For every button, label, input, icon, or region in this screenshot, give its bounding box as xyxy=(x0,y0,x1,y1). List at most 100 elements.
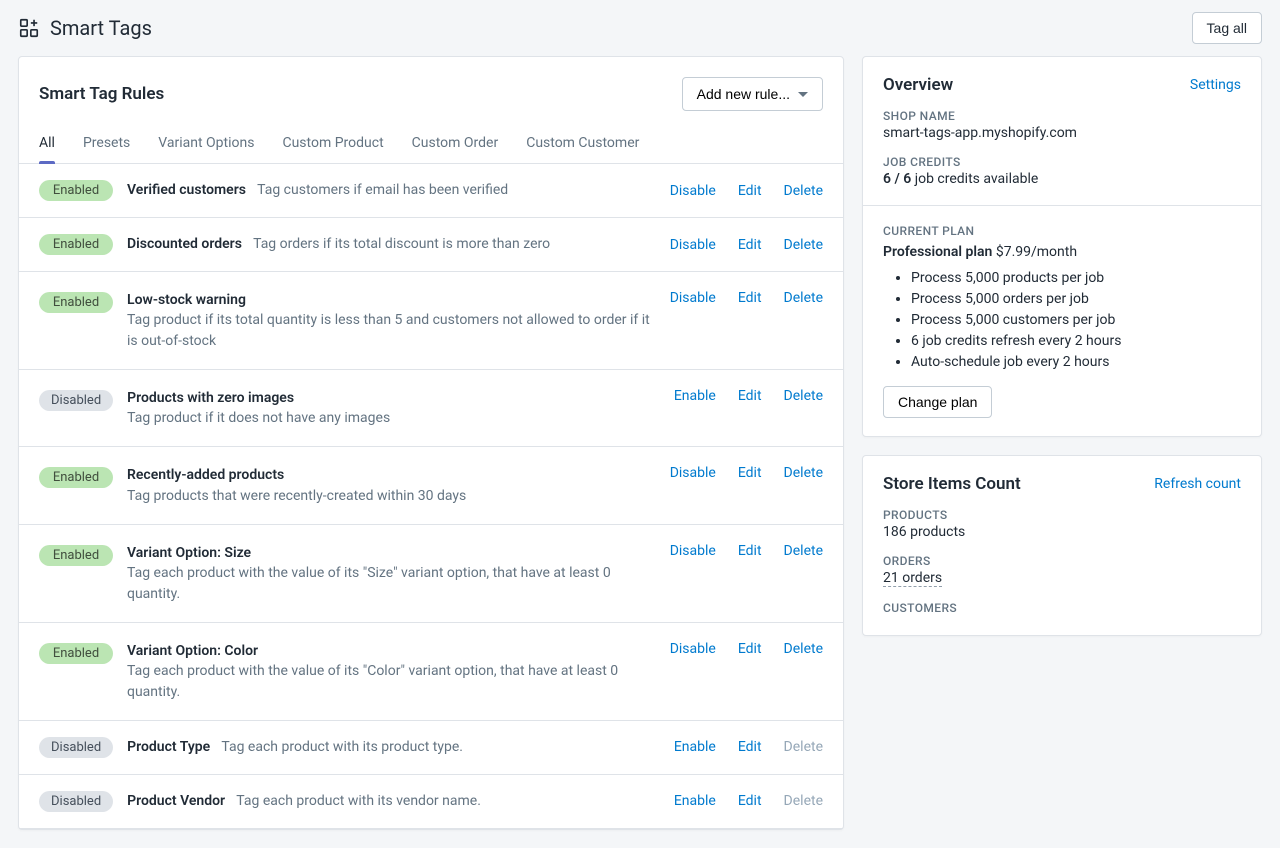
delete-link[interactable]: Delete xyxy=(784,465,823,481)
rule-name: Verified customers xyxy=(127,182,246,198)
rule-actions: Disable Edit Delete xyxy=(670,237,823,253)
rule-desc: Tag product if it does not have any imag… xyxy=(127,408,660,428)
edit-link[interactable]: Edit xyxy=(738,543,762,559)
rule-desc: Tag each product with the value of its "… xyxy=(127,661,656,702)
rule-name: Low-stock warning xyxy=(127,290,648,310)
rule-desc: Tag product if its total quantity is les… xyxy=(127,310,656,351)
current-plan-label: CURRENT PLAN xyxy=(883,224,1241,238)
overview-title: Overview xyxy=(883,75,953,95)
delete-link[interactable]: Delete xyxy=(784,183,823,199)
tab-custom-product[interactable]: Custom Product xyxy=(282,127,383,163)
rule-text: Product Vendor Tag each product with its… xyxy=(127,791,660,811)
refresh-count-link[interactable]: Refresh count xyxy=(1154,476,1241,492)
shop-name-label: SHOP NAME xyxy=(883,109,1241,123)
toggle-link[interactable]: Disable xyxy=(670,290,716,306)
delete-link: Delete xyxy=(784,793,823,809)
rule-row: Enabled Low-stock warningTag product if i… xyxy=(19,272,843,370)
toggle-link[interactable]: Disable xyxy=(670,465,716,481)
plan-feature: Auto-schedule job every 2 hours xyxy=(911,354,1241,370)
status-badge: Enabled xyxy=(39,643,113,664)
rule-text: Product Type Tag each product with its p… xyxy=(127,737,660,757)
rule-text: Variant Option: SizeTag each product wit… xyxy=(127,543,656,604)
orders-label: ORDERS xyxy=(883,554,1241,568)
rule-actions: Enable Edit Delete xyxy=(674,739,823,755)
rule-desc: Tag each product with its vendor name. xyxy=(236,793,481,809)
toggle-link[interactable]: Enable xyxy=(674,793,716,809)
rule-name: Product Type xyxy=(127,739,210,755)
tab-presets[interactable]: Presets xyxy=(83,127,130,163)
chevron-down-icon xyxy=(798,92,808,97)
rules-panel-title: Smart Tag Rules xyxy=(39,84,164,104)
status-badge: Disabled xyxy=(39,737,113,758)
edit-link[interactable]: Edit xyxy=(738,290,762,306)
edit-link[interactable]: Edit xyxy=(738,641,762,657)
status-badge: Enabled xyxy=(39,545,113,566)
rule-text: Verified customers Tag customers if emai… xyxy=(127,180,656,200)
app-icon xyxy=(18,17,40,39)
edit-link[interactable]: Edit xyxy=(738,388,762,404)
edit-link[interactable]: Edit xyxy=(738,793,762,809)
rule-row: Enabled Variant Option: ColorTag each pro… xyxy=(19,623,843,721)
rule-actions: Disable Edit Delete xyxy=(670,543,823,559)
tab-custom-order[interactable]: Custom Order xyxy=(412,127,499,163)
plan-feature: Process 5,000 products per job xyxy=(911,270,1241,286)
products-label: PRODUCTS xyxy=(883,508,1241,522)
rule-row: Enabled Variant Option: SizeTag each prod… xyxy=(19,525,843,623)
add-rule-label: Add new rule... xyxy=(697,86,790,102)
rule-row: Disabled Product Vendor Tag each product … xyxy=(19,775,843,829)
status-badge: Enabled xyxy=(39,180,113,201)
edit-link[interactable]: Edit xyxy=(738,183,762,199)
rule-actions: Disable Edit Delete xyxy=(670,465,823,481)
tab-variant-options[interactable]: Variant Options xyxy=(158,127,254,163)
delete-link[interactable]: Delete xyxy=(784,641,823,657)
settings-link[interactable]: Settings xyxy=(1190,77,1241,93)
orders-value: 21 orders xyxy=(883,570,1241,587)
delete-link[interactable]: Delete xyxy=(784,290,823,306)
rule-name: Recently-added products xyxy=(127,465,648,485)
status-badge: Enabled xyxy=(39,234,113,255)
rule-text: Discounted orders Tag orders if its tota… xyxy=(127,234,656,254)
toggle-link[interactable]: Enable xyxy=(674,739,716,755)
add-rule-button[interactable]: Add new rule... xyxy=(682,77,823,111)
toggle-link[interactable]: Disable xyxy=(670,641,716,657)
products-value: 186 products xyxy=(883,524,1241,540)
edit-link[interactable]: Edit xyxy=(738,739,762,755)
plan-feature: 6 job credits refresh every 2 hours xyxy=(911,333,1241,349)
edit-link[interactable]: Edit xyxy=(738,237,762,253)
delete-link[interactable]: Delete xyxy=(784,237,823,253)
job-credits-label: JOB CREDITS xyxy=(883,155,1241,169)
rule-desc: Tag orders if its total discount is more… xyxy=(253,236,550,252)
delete-link[interactable]: Delete xyxy=(784,543,823,559)
tab-custom-customer[interactable]: Custom Customer xyxy=(526,127,639,163)
toggle-link[interactable]: Enable xyxy=(674,388,716,404)
status-badge: Disabled xyxy=(39,791,113,812)
rule-actions: Enable Edit Delete xyxy=(674,388,823,404)
rule-actions: Disable Edit Delete xyxy=(670,183,823,199)
store-counts-title: Store Items Count xyxy=(883,474,1021,494)
rule-text: Products with zero imagesTag product if … xyxy=(127,388,660,429)
rule-actions: Disable Edit Delete xyxy=(670,641,823,657)
toggle-link[interactable]: Disable xyxy=(670,237,716,253)
rule-name: Discounted orders xyxy=(127,236,242,252)
rule-name: Variant Option: Color xyxy=(127,641,648,661)
delete-link[interactable]: Delete xyxy=(784,388,823,404)
rule-text: Low-stock warningTag product if its tota… xyxy=(127,290,656,351)
status-badge: Disabled xyxy=(39,390,113,411)
rule-row: Disabled Products with zero imagesTag pro… xyxy=(19,370,843,448)
toggle-link[interactable]: Disable xyxy=(670,183,716,199)
rule-actions: Disable Edit Delete xyxy=(670,290,823,306)
delete-link: Delete xyxy=(784,739,823,755)
rule-desc: Tag products that were recently-created … xyxy=(127,486,656,506)
plan-feature: Process 5,000 customers per job xyxy=(911,312,1241,328)
change-plan-button[interactable]: Change plan xyxy=(883,386,992,418)
tab-all[interactable]: All xyxy=(39,127,55,163)
customers-label: CUSTOMERS xyxy=(883,601,1241,615)
status-badge: Enabled xyxy=(39,292,113,313)
tag-all-button[interactable]: Tag all xyxy=(1192,12,1262,44)
rule-desc: Tag customers if email has been verified xyxy=(257,182,508,198)
rule-row: Disabled Product Type Tag each product wi… xyxy=(19,721,843,775)
edit-link[interactable]: Edit xyxy=(738,465,762,481)
rule-row: Enabled Verified customers Tag customers … xyxy=(19,164,843,218)
toggle-link[interactable]: Disable xyxy=(670,543,716,559)
rule-text: Variant Option: ColorTag each product wi… xyxy=(127,641,656,702)
